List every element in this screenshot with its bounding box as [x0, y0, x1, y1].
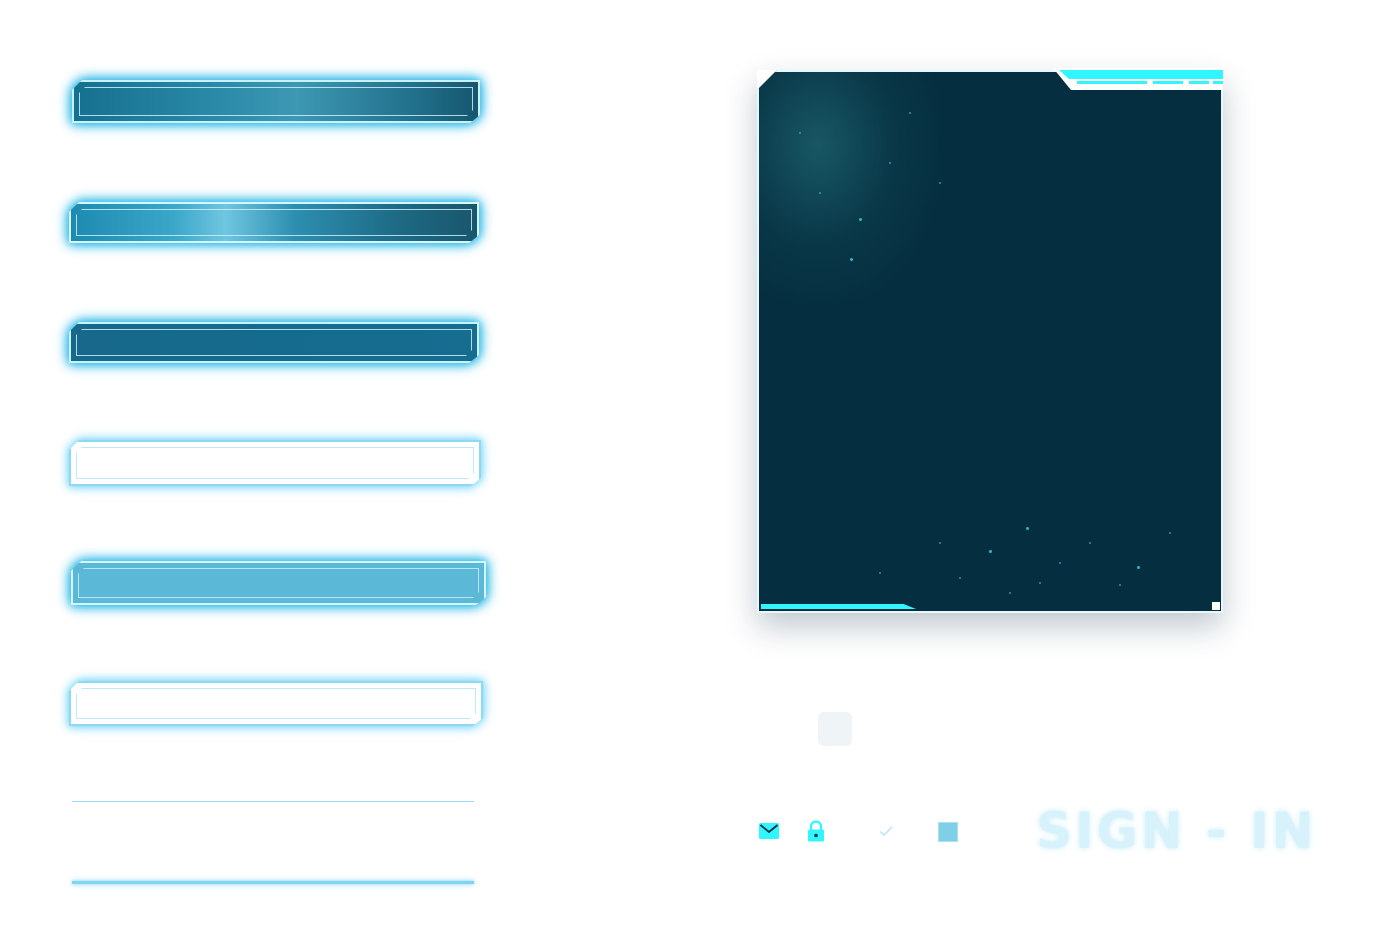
star — [1089, 542, 1091, 544]
bar-inner-outline — [76, 447, 474, 479]
star — [1119, 584, 1121, 586]
bar-inner-outline — [76, 209, 472, 236]
star — [1137, 566, 1140, 569]
bar-hollow-1-shape — [69, 440, 481, 486]
bar-inner-outline — [76, 688, 476, 719]
bar-gradient-2-shape — [69, 202, 479, 243]
bar-solid-dark-shape — [69, 322, 479, 363]
bar-hollow-2-shape — [69, 681, 483, 726]
login-panel — [757, 68, 1223, 613]
star — [939, 542, 941, 544]
checkbox-icon[interactable] — [938, 822, 958, 842]
star — [1009, 592, 1011, 594]
star — [799, 132, 801, 134]
bar-gradient-1-shape — [72, 80, 480, 123]
tab-segment — [1153, 81, 1183, 84]
panel-tab-accent — [1059, 70, 1223, 79]
check-icon — [879, 826, 893, 837]
mail-icon — [759, 823, 779, 839]
bar-hollow-2 — [69, 681, 483, 726]
star — [1059, 562, 1061, 564]
star — [879, 572, 881, 574]
divider-thin — [72, 801, 474, 802]
panel-background — [757, 70, 1223, 613]
star — [819, 192, 821, 194]
tab-segment — [1213, 81, 1223, 84]
bar-inner-outline — [78, 568, 479, 598]
panel-top-tab — [1053, 68, 1223, 90]
bar-gradient-1 — [72, 80, 480, 123]
nebula-glow — [759, 72, 939, 302]
divider-glow — [72, 881, 474, 884]
star — [989, 550, 992, 553]
star — [1026, 527, 1029, 530]
bar-hollow-1 — [69, 440, 481, 486]
star — [909, 112, 911, 114]
panel-bottom-accent — [761, 604, 916, 609]
star — [850, 258, 853, 261]
bar-solid-light-shape — [71, 561, 486, 605]
sign-in-title: SIGN - IN — [1036, 802, 1317, 860]
faint-logo-icon — [818, 712, 852, 746]
bar-inner-outline — [76, 329, 472, 356]
star — [939, 182, 941, 184]
star — [859, 218, 862, 221]
bar-inner-outline — [79, 87, 473, 116]
star — [889, 162, 891, 164]
star — [1039, 582, 1041, 584]
bar-solid-light — [71, 561, 486, 605]
star — [1169, 532, 1171, 534]
star — [959, 577, 961, 579]
bar-solid-dark — [69, 322, 479, 363]
tab-segment — [1077, 81, 1147, 84]
tab-segment — [1189, 81, 1209, 84]
bar-gradient-2 — [69, 202, 479, 243]
panel-corner-notch — [1212, 602, 1220, 610]
asset-sheet: SIGN - IN — [0, 0, 1400, 940]
lock-icon — [808, 820, 824, 842]
